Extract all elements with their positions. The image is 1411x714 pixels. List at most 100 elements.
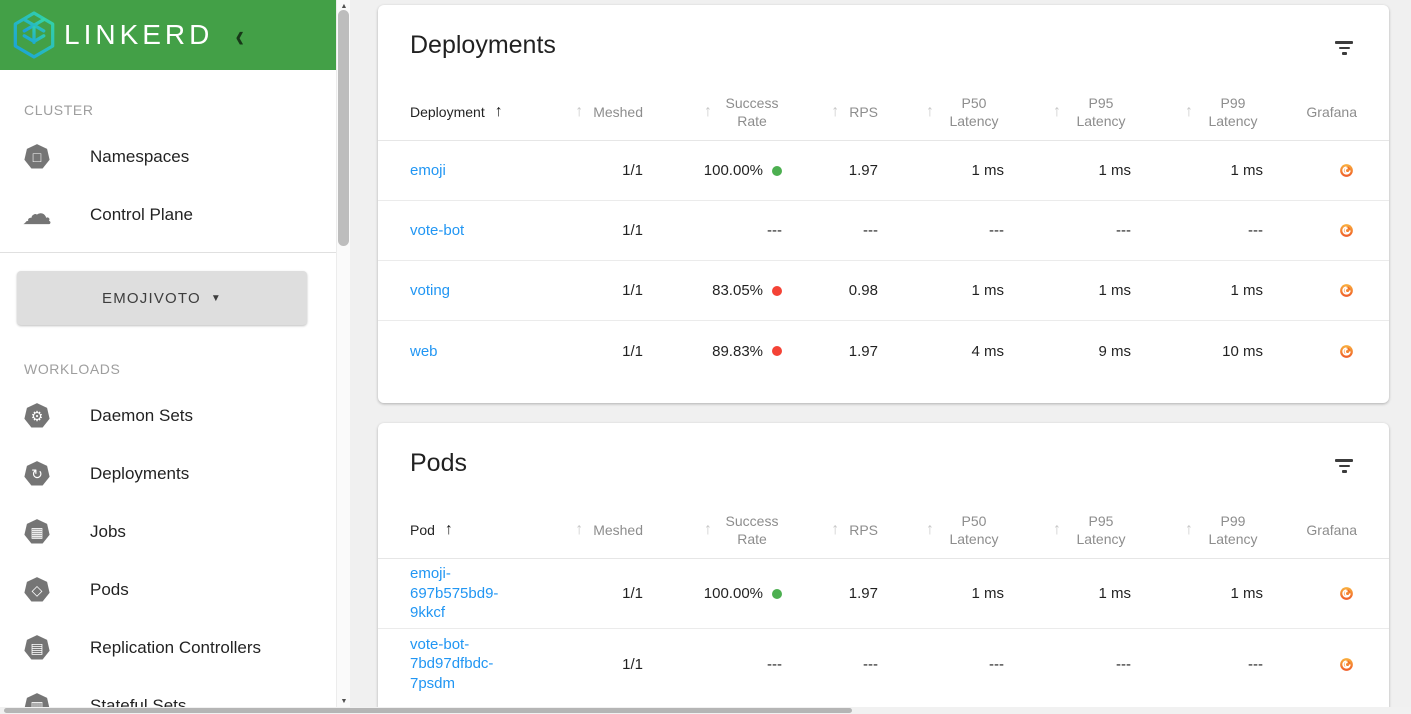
sidebar-item-label: Daemon Sets: [90, 406, 193, 425]
cloud-icon: ☁: [22, 198, 52, 231]
status-dot: [772, 165, 782, 176]
p99-value: ---: [1248, 222, 1263, 239]
p99-value: 1 ms: [1230, 162, 1263, 179]
cluster-section-label: CLUSTER: [24, 102, 94, 118]
sort-asc-icon: ↑: [444, 520, 453, 538]
column-header-p99-latency[interactable]: ↑ P99 Latency: [1131, 94, 1263, 130]
chevron-down-icon: ▼: [210, 292, 222, 304]
daemon-sets-icon: ⚙: [22, 401, 52, 431]
filter-icon[interactable]: [1331, 455, 1357, 477]
p95-value: ---: [1116, 655, 1131, 673]
grafana-icon[interactable]: [1263, 656, 1357, 673]
column-header-p99-latency[interactable]: ↑ P99 Latency: [1131, 512, 1263, 548]
column-header-success-rate[interactable]: ↑ Success Rate: [643, 512, 782, 548]
sidebar-divider: [0, 252, 336, 253]
deployment-link[interactable]: voting: [410, 282, 450, 299]
column-header-meshed[interactable]: ↑ Meshed: [560, 102, 643, 123]
column-header-p50-latency[interactable]: ↑ P50 Latency: [878, 512, 1004, 548]
horizontal-scrollbar-thumb[interactable]: [4, 708, 852, 713]
success-rate-value: 89.83%: [712, 342, 763, 360]
column-header-rps[interactable]: ↑ RPS: [782, 520, 878, 541]
sidebar-item-label: Control Plane: [90, 205, 194, 224]
deployments-icon: ↻: [22, 459, 52, 489]
grafana-icon[interactable]: [1263, 222, 1357, 239]
sort-asc-icon: ↑: [704, 102, 712, 120]
sidebar-item-namespaces[interactable]: □ Namespaces: [0, 128, 336, 186]
sort-asc-icon: ↑: [494, 102, 503, 120]
jobs-icon: ▦: [22, 517, 52, 547]
sidebar-item-label: Namespaces: [90, 147, 190, 166]
column-header-pod[interactable]: Pod ↑: [410, 520, 560, 541]
namespaces-icon: □: [22, 142, 52, 172]
linkerd-logo-icon: [13, 11, 55, 59]
grafana-icon[interactable]: [1263, 282, 1357, 299]
column-header-rps[interactable]: ↑ RPS: [782, 102, 878, 123]
deployments-card-title: Deployments: [410, 31, 556, 59]
pods-card-title: Pods: [410, 449, 467, 477]
rps-value: 1.97: [848, 342, 878, 360]
pods-table-header: Pod ↑ ↑ Meshed ↑ Success Rate ↑ RPS ↑ P5…: [410, 502, 1357, 558]
column-header-meshed[interactable]: ↑ Meshed: [560, 520, 643, 541]
sidebar-item-deployments[interactable]: ↻ Deployments: [0, 445, 336, 503]
success-rate-value: 83.05%: [712, 282, 763, 299]
sidebar-collapse-button[interactable]: ‹: [235, 19, 244, 52]
pods-icon: ◇: [22, 575, 52, 605]
column-header-success-rate[interactable]: ↑ Success Rate: [643, 94, 782, 130]
deployments-table-header: Deployment ↑ ↑ Meshed ↑ Success Rate ↑ R…: [410, 84, 1357, 140]
column-header-p95-latency[interactable]: ↑ P95 Latency: [1004, 512, 1131, 548]
sidebar-scrollbar-thumb[interactable]: [338, 10, 349, 246]
success-rate-value: ---: [767, 655, 782, 673]
meshed-value: 1/1: [622, 655, 643, 673]
grafana-icon[interactable]: [1263, 343, 1357, 360]
grafana-icon[interactable]: [1263, 162, 1357, 179]
p50-value: 1 ms: [971, 162, 1004, 179]
table-row: emoji-697b575bd9-9kkcf 1/1 100.00% 1.97 …: [378, 559, 1389, 629]
p95-value: 9 ms: [1098, 342, 1131, 360]
meshed-value: 1/1: [622, 162, 643, 179]
p99-value: 10 ms: [1222, 342, 1263, 360]
horizontal-scrollbar[interactable]: [0, 707, 1411, 714]
sort-asc-icon: ↑: [1053, 520, 1061, 538]
column-header-grafana: Grafana: [1306, 521, 1357, 538]
sidebar-item-daemon-sets[interactable]: ⚙ Daemon Sets: [0, 387, 336, 445]
success-rate-value: 100.00%: [703, 585, 763, 602]
table-row: vote-bot-7bd97dfbdc-7psdm 1/1 --- --- --…: [378, 629, 1389, 699]
rps-value: 0.98: [848, 282, 878, 299]
pod-link[interactable]: emoji-697b575bd9-9kkcf: [410, 565, 518, 621]
sidebar-item-jobs[interactable]: ▦ Jobs: [0, 503, 336, 561]
deployment-link[interactable]: web: [410, 343, 438, 360]
p50-value: 1 ms: [971, 585, 1004, 602]
pods-card: Pods Pod ↑ ↑ Meshed ↑ Success Rate ↑ RPS…: [378, 423, 1389, 714]
deployment-link[interactable]: vote-bot: [410, 222, 464, 239]
sort-asc-icon: ↑: [831, 102, 840, 120]
rps-value: 1.97: [848, 162, 878, 179]
sidebar-item-control-plane[interactable]: ☁ Control Plane: [0, 186, 336, 244]
column-header-p50-latency[interactable]: ↑ P50 Latency: [878, 94, 1004, 130]
sidebar-scrollbar[interactable]: ▲ ▼: [336, 0, 350, 707]
column-header-deployment[interactable]: Deployment ↑: [410, 102, 560, 123]
column-header-grafana: Grafana: [1306, 103, 1357, 120]
sidebar-item-label: Pods: [90, 580, 129, 599]
brand-name: LINKERD: [64, 19, 214, 50]
p99-value: 1 ms: [1230, 585, 1263, 602]
scroll-down-icon[interactable]: ▼: [337, 695, 351, 707]
rps-value: 1.97: [848, 585, 878, 602]
deployments-card: Deployments Deployment ↑ ↑ Meshed ↑ Succ…: [378, 5, 1389, 403]
deployment-link[interactable]: emoji: [410, 162, 446, 179]
meshed-value: 1/1: [622, 342, 643, 360]
sort-asc-icon: ↑: [831, 520, 840, 538]
column-header-p95-latency[interactable]: ↑ P95 Latency: [1004, 94, 1131, 130]
sidebar-item-replication-controllers[interactable]: ▤ Replication Controllers: [0, 619, 336, 677]
grafana-icon[interactable]: [1263, 585, 1357, 602]
meshed-value: 1/1: [622, 222, 643, 239]
filter-icon[interactable]: [1331, 37, 1357, 59]
table-row: vote-bot 1/1 --- --- --- --- ---: [378, 201, 1389, 261]
sidebar-item-label: Jobs: [90, 522, 126, 541]
success-rate-value: 100.00%: [703, 162, 763, 179]
sidebar-item-pods[interactable]: ◇ Pods: [0, 561, 336, 619]
pod-link[interactable]: vote-bot-7bd97dfbdc-7psdm: [410, 636, 518, 692]
table-row: emoji 1/1 100.00% 1.97 1 ms 1 ms 1 ms: [378, 141, 1389, 201]
namespace-selector-button[interactable]: EMOJIVOTO ▼: [17, 271, 307, 325]
p50-value: 4 ms: [971, 342, 1004, 360]
sort-asc-icon: ↑: [926, 102, 934, 120]
